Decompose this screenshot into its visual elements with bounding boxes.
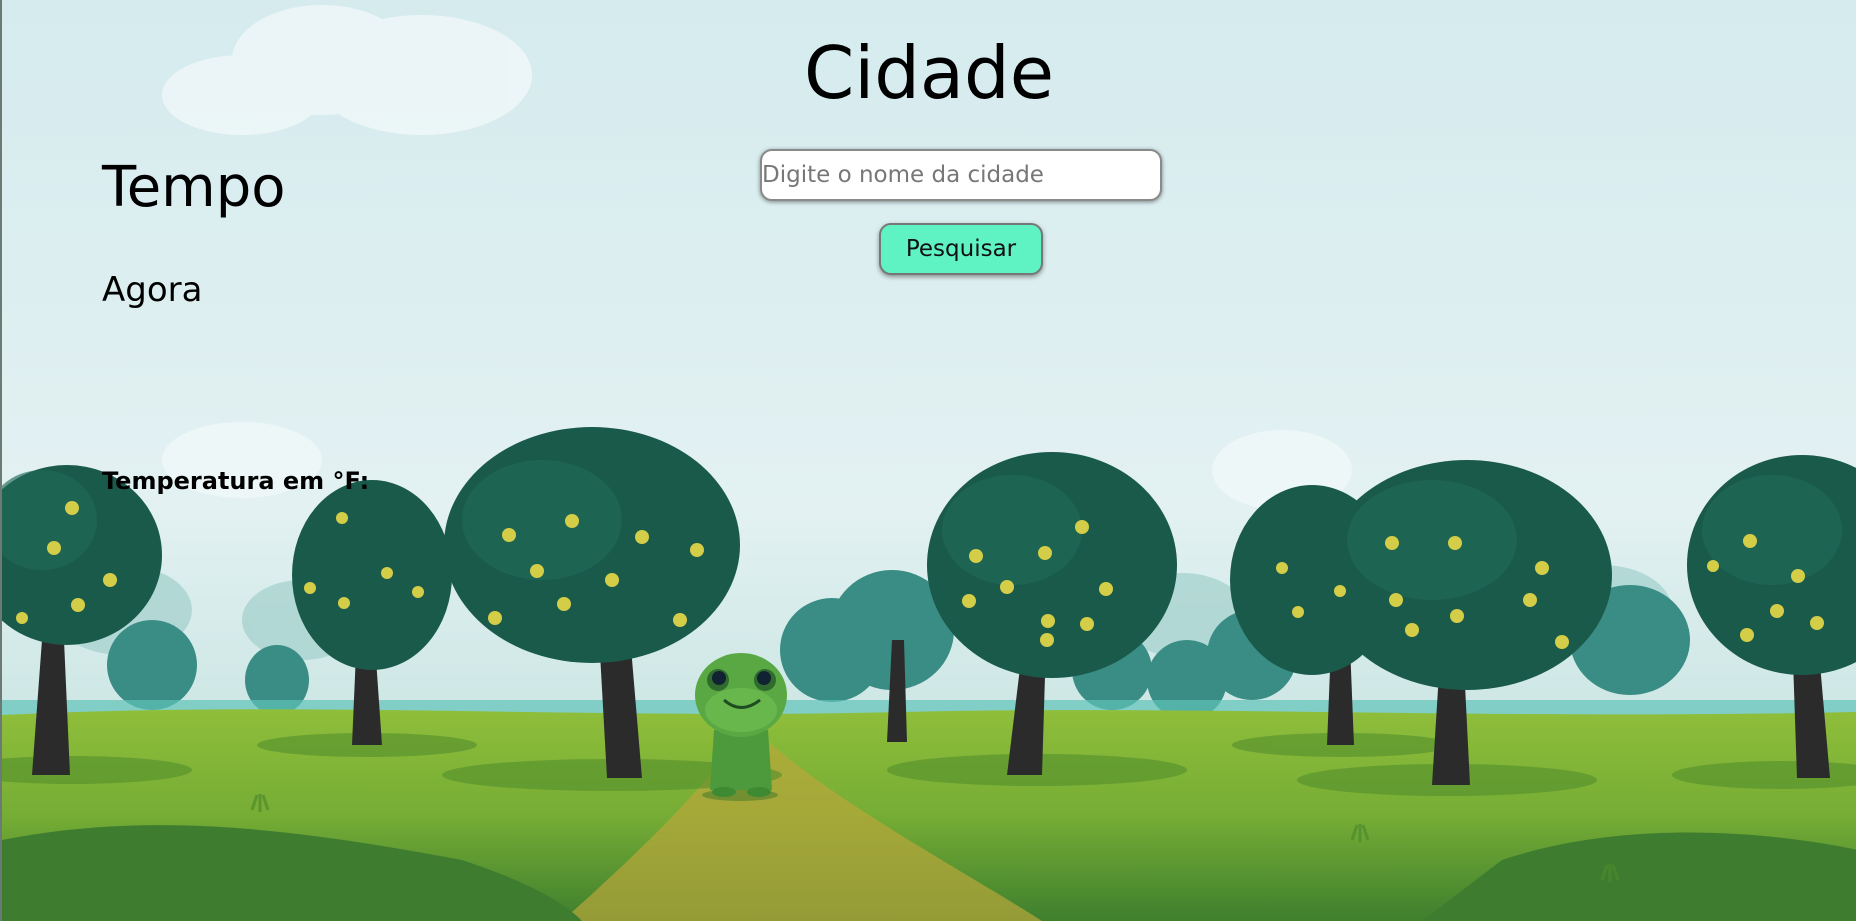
weather-app-page: Cidade Pesquisar Tempo Agora Temperatura… [0, 0, 1856, 921]
city-title: Cidade [803, 31, 1055, 115]
search-button[interactable]: Pesquisar [879, 223, 1043, 275]
weather-title: Tempo [102, 155, 286, 220]
meadow-background [2, 0, 1856, 921]
city-search-input[interactable] [760, 149, 1162, 201]
now-label: Agora [102, 270, 203, 310]
temperature-label: Temperatura em °F: [102, 467, 370, 495]
